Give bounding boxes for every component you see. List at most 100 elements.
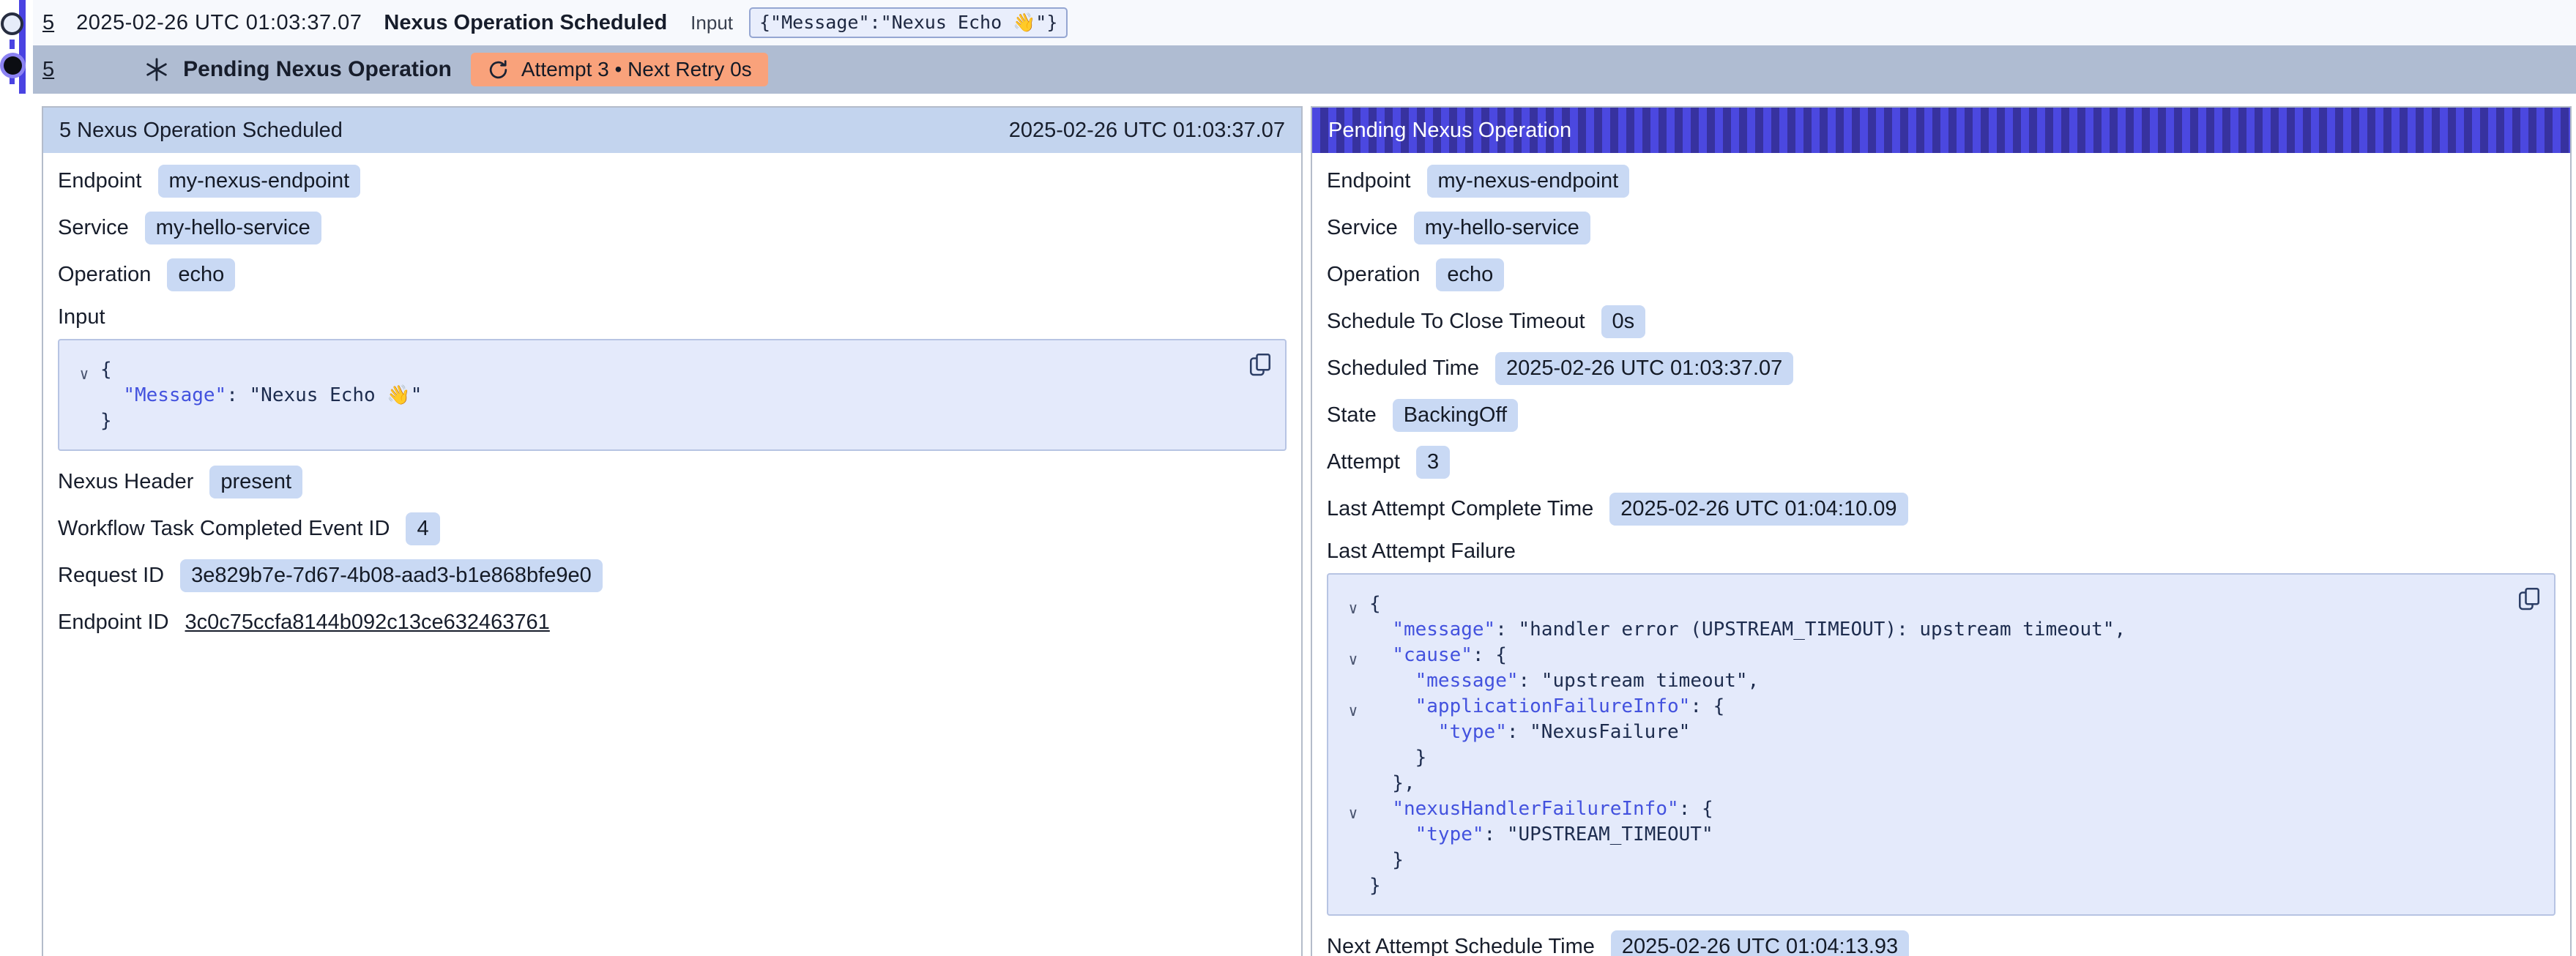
event-input-label: Input	[690, 12, 733, 34]
field-workflow-task-completed-event-id: Workflow Task Completed Event ID 4	[58, 505, 1287, 552]
collapse-chevron-icon[interactable]: ∨	[68, 365, 100, 383]
scheduled-event-panel: 5 Nexus Operation Scheduled 2025-02-26 U…	[42, 106, 1303, 956]
field-scheduled-time: Scheduled Time 2025-02-26 UTC 01:03:37.0…	[1327, 345, 2555, 392]
retry-icon	[487, 59, 510, 81]
copy-icon	[2516, 585, 2542, 611]
field-value-chip: present	[209, 466, 302, 498]
timeline-node-scheduled-icon	[1, 12, 23, 35]
field-operation: Operation echo	[58, 251, 1287, 298]
json-line: ∨ "nexusHandlerFailureInfo": {	[1337, 796, 2503, 821]
field-schedule-to-close-timeout: Schedule To Close Timeout 0s	[1327, 298, 2555, 345]
pending-panel-body: Endpoint my-nexus-endpoint Service my-he…	[1312, 153, 2570, 956]
field-value-chip: 0s	[1601, 305, 1646, 338]
field-label: Nexus Header	[58, 470, 193, 494]
json-code-text: "message": "handler error (UPSTREAM_TIME…	[1369, 619, 2126, 641]
field-attempt: Attempt 3	[1327, 438, 2555, 485]
field-label: Service	[1327, 216, 1398, 240]
json-line: },	[1337, 770, 2503, 796]
collapse-chevron-icon[interactable]: ∨	[1337, 600, 1369, 617]
json-code-text: "cause": {	[1369, 644, 1507, 666]
field-label: Operation	[1327, 263, 1420, 287]
field-label: Next Attempt Schedule Time	[1327, 935, 1595, 956]
json-code-text: }	[1369, 875, 1381, 897]
json-line: "message": "upstream timeout",	[1337, 668, 2503, 693]
json-code-text: "Message": "Nexus Echo 👋"	[100, 384, 422, 406]
input-section-label: Input	[58, 298, 1287, 336]
field-label: Schedule To Close Timeout	[1327, 310, 1585, 334]
event-id-link[interactable]: 5	[42, 11, 54, 35]
pending-panel-title: Pending Nexus Operation	[1328, 119, 1571, 143]
scheduled-panel-body: Endpoint my-nexus-endpoint Service my-he…	[43, 153, 1301, 660]
field-value-chip: 2025-02-26 UTC 01:04:10.09	[1609, 493, 1907, 526]
collapse-chevron-icon[interactable]: ∨	[1337, 702, 1369, 720]
field-label: Endpoint ID	[58, 610, 169, 635]
field-label: Attempt	[1327, 450, 1400, 474]
json-line: "type": "NexusFailure"	[1337, 719, 2503, 744]
field-operation: Operation echo	[1327, 251, 2555, 298]
json-line: }	[1337, 873, 2503, 898]
json-code-text: }	[100, 410, 112, 432]
json-line: "message": "handler error (UPSTREAM_TIME…	[1337, 616, 2503, 642]
pending-panel-header: Pending Nexus Operation	[1312, 108, 2570, 153]
field-value-chip: my-hello-service	[145, 212, 321, 244]
field-value-chip: 2025-02-26 UTC 01:03:37.07	[1495, 352, 1793, 385]
field-service: Service my-hello-service	[1327, 204, 2555, 251]
json-line: }	[68, 408, 1234, 433]
field-nexus-header: Nexus Header present	[58, 458, 1287, 505]
event-id-link[interactable]: 5	[42, 58, 54, 82]
json-line: ∨ "applicationFailureInfo": {	[1337, 693, 2503, 719]
json-line: ∨ "cause": {	[1337, 642, 2503, 668]
field-label: Scheduled Time	[1327, 356, 1479, 381]
field-value-chip: my-hello-service	[1414, 212, 1590, 244]
field-endpoint: Endpoint my-nexus-endpoint	[1327, 157, 2555, 204]
field-value-chip: my-nexus-endpoint	[158, 165, 361, 198]
field-value-chip: 3e829b7e-7d67-4b08-aad3-b1e868bfe9e0	[180, 559, 603, 592]
field-value-chip: echo	[1436, 258, 1504, 291]
retry-badge-text: Attempt 3 • Next Retry 0s	[521, 58, 752, 81]
field-endpoint: Endpoint my-nexus-endpoint	[58, 157, 1287, 204]
json-line: }	[1337, 847, 2503, 873]
field-value-chip: 3	[1416, 446, 1450, 479]
field-label: Endpoint	[1327, 169, 1411, 193]
copy-button[interactable]	[2516, 585, 2542, 611]
copy-icon	[1247, 351, 1273, 377]
timeline-node-pending-icon	[4, 56, 22, 75]
json-code-text: }	[1369, 849, 1404, 871]
field-state: State BackingOff	[1327, 392, 2555, 438]
scheduled-panel-timestamp: 2025-02-26 UTC 01:03:37.07	[1009, 119, 1285, 143]
field-label: Workflow Task Completed Event ID	[58, 517, 390, 541]
asterisk-icon	[144, 56, 170, 83]
field-value-chip: BackingOff	[1393, 399, 1518, 432]
json-code-text: "type": "NexusFailure"	[1369, 721, 1690, 743]
field-service: Service my-hello-service	[58, 204, 1287, 251]
field-label: Last Attempt Complete Time	[1327, 497, 1593, 521]
field-last-attempt-complete-time: Last Attempt Complete Time 2025-02-26 UT…	[1327, 485, 2555, 532]
field-value-chip: my-nexus-endpoint	[1427, 165, 1630, 198]
copy-button[interactable]	[1247, 351, 1273, 377]
field-label: State	[1327, 403, 1377, 427]
endpoint-id-link[interactable]: 3c0c75ccfa8144b092c13ce632463761	[185, 610, 550, 635]
json-code-text: "type": "UPSTREAM_TIMEOUT"	[1369, 824, 1713, 845]
event-row-pending[interactable]: 5 Pending Nexus Operation Attempt 3 • Ne…	[33, 45, 2576, 94]
field-label: Request ID	[58, 564, 164, 588]
field-request-id: Request ID 3e829b7e-7d67-4b08-aad3-b1e86…	[58, 552, 1287, 599]
json-code-text: }	[1369, 747, 1426, 769]
last-attempt-failure-label: Last Attempt Failure	[1327, 532, 2555, 570]
collapse-chevron-icon[interactable]: ∨	[1337, 651, 1369, 668]
input-json-viewer: ∨{ "Message": "Nexus Echo 👋"}	[58, 339, 1287, 451]
json-line: ∨{	[1337, 591, 2503, 616]
event-detail-panels: 5 Nexus Operation Scheduled 2025-02-26 U…	[42, 106, 2576, 956]
collapse-chevron-icon[interactable]: ∨	[1337, 804, 1369, 822]
field-value-chip: echo	[167, 258, 235, 291]
pending-operation-panel: Pending Nexus Operation Endpoint my-nexu…	[1311, 106, 2572, 956]
scheduled-panel-header: 5 Nexus Operation Scheduled 2025-02-26 U…	[43, 108, 1301, 153]
event-row-scheduled[interactable]: 5 2025-02-26 UTC 01:03:37.07 Nexus Opera…	[33, 0, 2576, 45]
field-label: Operation	[58, 263, 151, 287]
field-label: Service	[58, 216, 129, 240]
json-line: ∨{	[68, 356, 1234, 382]
json-line: "Message": "Nexus Echo 👋"	[68, 382, 1234, 408]
json-line: }	[1337, 744, 2503, 770]
field-value-chip: 4	[406, 512, 439, 545]
event-history-rows: 5 2025-02-26 UTC 01:03:37.07 Nexus Opera…	[33, 0, 2576, 94]
retry-attempt-badge: Attempt 3 • Next Retry 0s	[471, 53, 768, 86]
